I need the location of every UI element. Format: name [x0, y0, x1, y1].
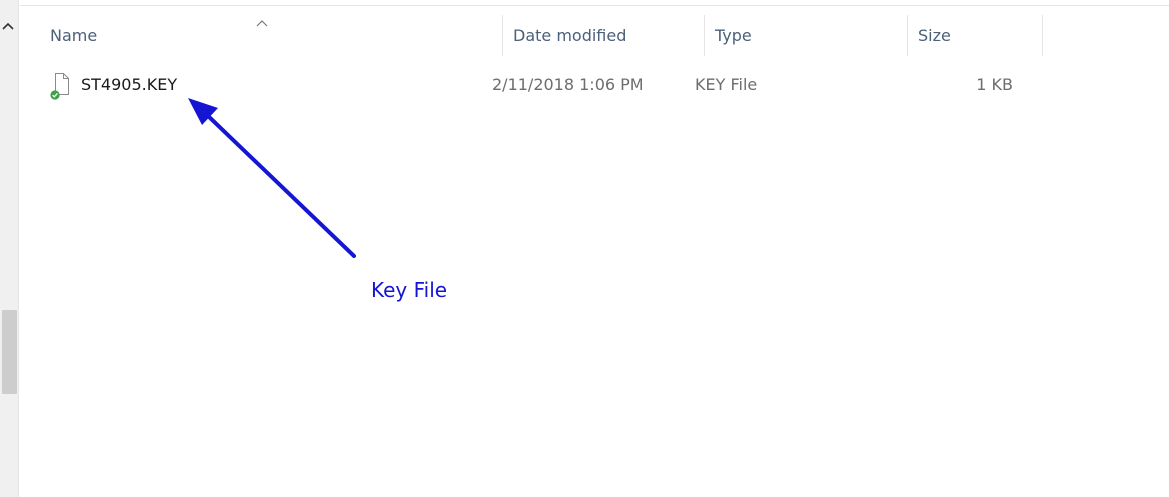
column-header-bar: Name Date modified Type Size: [20, 15, 1169, 56]
file-size: 1 KB: [976, 74, 1013, 94]
column-header-type-label: Type: [715, 26, 752, 45]
column-header-date-modified[interactable]: Date modified: [503, 15, 705, 56]
file-date-modified: 2/11/2018 1:06 PM: [492, 74, 644, 94]
column-header-date-label: Date modified: [513, 26, 627, 45]
column-header-size[interactable]: Size: [908, 15, 1043, 56]
annotation-label: Key File: [371, 278, 448, 302]
scrollbar-thumb[interactable]: [2, 310, 17, 394]
checkmark-badge-icon: [50, 85, 60, 100]
column-header-type[interactable]: Type: [705, 15, 908, 56]
file-name-cell[interactable]: ST4905.KEY: [50, 66, 470, 102]
column-header-name[interactable]: Name: [40, 15, 503, 56]
column-header-name-label: Name: [50, 26, 98, 45]
scroll-up-arrow-icon[interactable]: [0, 18, 16, 34]
file-row[interactable]: ST4905.KEY 2/11/2018 1:06 PM KEY File 1 …: [20, 66, 1169, 102]
file-icon: [50, 72, 70, 100]
divider: [20, 5, 1169, 6]
annotation-arrow: [203, 111, 356, 258]
navigation-pane-scrollbar[interactable]: [0, 0, 19, 497]
column-header-size-label: Size: [918, 26, 951, 45]
file-type: KEY File: [695, 74, 758, 94]
annotation-arrowhead: [188, 98, 218, 125]
file-name: ST4905.KEY: [81, 74, 178, 94]
